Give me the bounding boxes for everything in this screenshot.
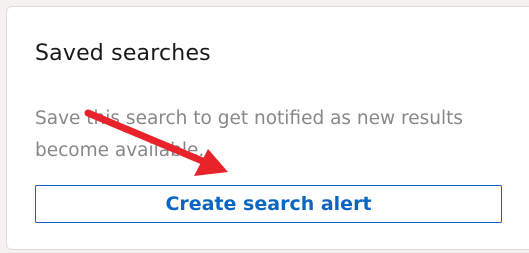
create-search-alert-button[interactable]: Create search alert (35, 185, 502, 223)
card-description: Save this search to get notified as new … (35, 108, 464, 161)
card-title: Saved searches (35, 41, 211, 66)
saved-searches-card: Saved searches Save this search to get n… (6, 6, 529, 250)
